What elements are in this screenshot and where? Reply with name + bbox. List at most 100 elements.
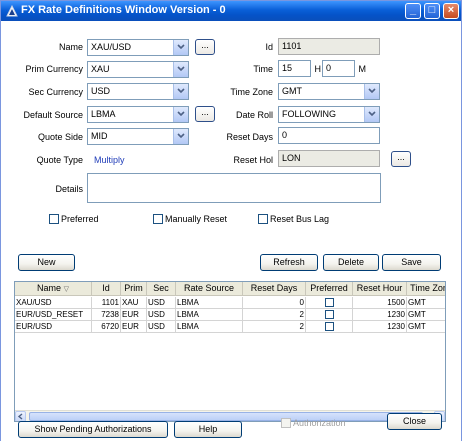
chevron-down-icon[interactable] bbox=[173, 129, 188, 144]
reset-hol-field: LON bbox=[278, 150, 380, 167]
chevron-down-icon[interactable] bbox=[173, 62, 188, 77]
minute-suffix: M bbox=[358, 64, 367, 74]
name-combo[interactable]: XAU/USD bbox=[87, 39, 189, 56]
minimize-button[interactable]: _ bbox=[405, 3, 421, 19]
preferred-label: Preferred bbox=[61, 214, 99, 224]
checkbox-box[interactable] bbox=[49, 214, 59, 224]
sec-currency-label: Sec Currency bbox=[28, 87, 83, 97]
column-header-id[interactable]: Id bbox=[92, 282, 121, 296]
time-hour-field[interactable]: 15 bbox=[278, 60, 311, 77]
prim-currency-combo[interactable]: XAU bbox=[87, 61, 189, 78]
cell-sec: USD bbox=[147, 297, 176, 309]
authorization-label: Authorization bbox=[293, 418, 346, 428]
column-header-reset-hour[interactable]: Reset Hour bbox=[353, 282, 407, 296]
cell-prim: EUR bbox=[121, 309, 147, 321]
quote-side-label: Quote Side bbox=[37, 132, 83, 142]
details-label: Details bbox=[55, 184, 83, 194]
prim-currency-value: XAU bbox=[91, 64, 110, 74]
reset-days-label: Reset Days bbox=[226, 132, 273, 142]
cell-id: 6720 bbox=[92, 321, 121, 333]
chevron-down-icon[interactable] bbox=[364, 84, 379, 99]
new-button[interactable]: New bbox=[18, 254, 75, 271]
maximize-button[interactable]: □ bbox=[424, 3, 440, 19]
prim-currency-label: Prim Currency bbox=[25, 64, 83, 74]
name-browse-button[interactable]: ... bbox=[195, 39, 215, 55]
delete-button[interactable]: Delete bbox=[323, 254, 379, 271]
reset-bus-lag-label: Reset Bus Lag bbox=[270, 214, 330, 224]
sort-arrow-icon: ▽ bbox=[63, 286, 69, 293]
checkbox-box[interactable] bbox=[281, 418, 291, 428]
name-label: Name bbox=[58, 42, 83, 52]
column-header-time-zone[interactable]: Time Zone bbox=[407, 282, 445, 296]
cell-preferred[interactable] bbox=[306, 297, 353, 309]
reset-days-field[interactable]: 0 bbox=[278, 127, 380, 144]
checkbox-box[interactable] bbox=[258, 214, 268, 224]
cell-preferred[interactable] bbox=[306, 309, 353, 321]
table-header: Name ▽ Id Prim Sec Rate Source Reset Day… bbox=[15, 282, 445, 296]
default-source-combo[interactable]: LBMA bbox=[87, 106, 189, 123]
checkbox-box[interactable] bbox=[324, 298, 334, 307]
chevron-down-icon[interactable] bbox=[173, 84, 188, 99]
help-button[interactable]: Help bbox=[174, 421, 242, 438]
save-button[interactable]: Save bbox=[382, 254, 441, 271]
chevron-down-icon[interactable] bbox=[173, 40, 188, 55]
column-header-preferred[interactable]: Preferred bbox=[306, 282, 353, 296]
id-field: 1101 bbox=[278, 38, 380, 55]
cell-rate-source: LBMA bbox=[176, 297, 243, 309]
table-row[interactable]: EUR/USD_RESET 7238 EUR USD LBMA 2 1230 G… bbox=[15, 309, 445, 321]
cell-reset-days: 2 bbox=[243, 321, 306, 333]
default-source-label: Default Source bbox=[23, 110, 83, 120]
id-label: Id bbox=[265, 42, 273, 52]
form-panel: Name XAU/USD ... Id 1101 Prim Currency X… bbox=[1, 21, 461, 441]
preferred-checkbox[interactable]: Preferred bbox=[49, 214, 99, 224]
date-roll-combo[interactable]: FOLLOWING bbox=[278, 106, 380, 123]
date-roll-value: FOLLOWING bbox=[282, 109, 337, 119]
time-zone-label: Time Zone bbox=[230, 87, 273, 97]
cell-preferred[interactable] bbox=[306, 321, 353, 333]
reset-bus-lag-checkbox[interactable]: Reset Bus Lag bbox=[258, 214, 329, 224]
cell-rate-source: LBMA bbox=[176, 309, 243, 321]
cell-name: XAU/USD bbox=[15, 297, 92, 309]
default-source-browse-button[interactable]: ... bbox=[195, 106, 215, 122]
name-value: XAU/USD bbox=[91, 42, 132, 52]
chevron-down-icon[interactable] bbox=[173, 107, 188, 122]
time-zone-value: GMT bbox=[282, 86, 302, 96]
table-row[interactable]: XAU/USD 1101 XAU USD LBMA 0 1500 GMT bbox=[15, 297, 445, 309]
time-label: Time bbox=[253, 64, 273, 74]
checkbox-box[interactable] bbox=[324, 310, 334, 319]
close-button[interactable]: Close bbox=[387, 413, 442, 430]
cell-reset-days: 0 bbox=[243, 297, 306, 309]
reset-hol-browse-button[interactable]: ... bbox=[391, 151, 411, 167]
scroll-thumb[interactable] bbox=[29, 412, 423, 421]
chevron-down-icon[interactable] bbox=[364, 107, 379, 122]
refresh-button[interactable]: Refresh bbox=[260, 254, 318, 271]
title-bar[interactable]: FX Rate Definitions Window Version - 0 _… bbox=[1, 1, 461, 21]
cell-sec: USD bbox=[147, 321, 176, 333]
date-roll-label: Date Roll bbox=[235, 110, 273, 120]
column-header-reset-days[interactable]: Reset Days bbox=[243, 282, 306, 296]
close-window-button[interactable]: × bbox=[443, 3, 459, 19]
cell-sec: USD bbox=[147, 309, 176, 321]
details-textarea[interactable] bbox=[87, 173, 381, 203]
horizontal-scrollbar[interactable] bbox=[15, 410, 445, 421]
rate-definitions-table[interactable]: Name ▽ Id Prim Sec Rate Source Reset Day… bbox=[14, 281, 446, 422]
authorization-checkbox[interactable]: Authorization bbox=[281, 418, 346, 428]
cell-prim: XAU bbox=[121, 297, 147, 309]
checkbox-box[interactable] bbox=[324, 322, 334, 331]
show-pending-authorizations-button[interactable]: Show Pending Authorizations bbox=[18, 421, 168, 438]
time-zone-combo[interactable]: GMT bbox=[278, 83, 380, 100]
column-header-sec[interactable]: Sec bbox=[147, 282, 176, 296]
cell-prim: EUR bbox=[121, 321, 147, 333]
fx-rate-definitions-window: FX Rate Definitions Window Version - 0 _… bbox=[0, 0, 462, 441]
time-minute-field[interactable]: 0 bbox=[322, 60, 355, 77]
cell-name: EUR/USD bbox=[15, 321, 92, 333]
column-header-prim[interactable]: Prim bbox=[121, 282, 147, 296]
column-header-name[interactable]: Name ▽ bbox=[15, 282, 92, 296]
cell-name: EUR/USD_RESET bbox=[15, 309, 92, 321]
table-row[interactable]: EUR/USD 6720 EUR USD LBMA 2 1230 GMT bbox=[15, 321, 445, 333]
sec-currency-combo[interactable]: USD bbox=[87, 83, 189, 100]
column-header-rate-source[interactable]: Rate Source bbox=[176, 282, 243, 296]
quote-side-combo[interactable]: MID bbox=[87, 128, 189, 145]
manually-reset-checkbox[interactable]: Manually Reset bbox=[153, 214, 227, 224]
checkbox-box[interactable] bbox=[153, 214, 163, 224]
